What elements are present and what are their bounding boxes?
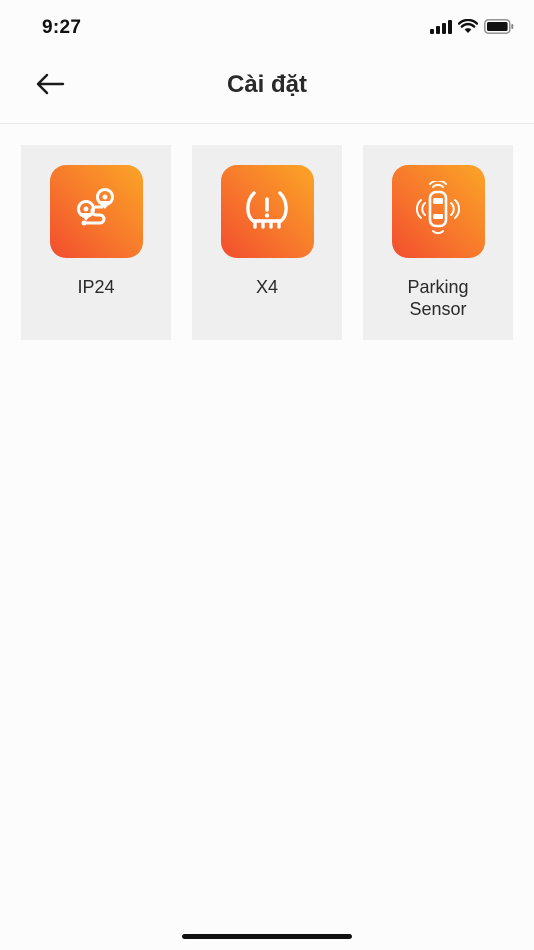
status-bar: 9:27 [0,0,534,58]
status-icons [430,18,514,39]
tile-label: Parking Sensor [407,277,469,319]
app-header: Cài đặt [0,58,534,124]
battery-icon [484,19,514,39]
route-pins-icon [72,185,120,238]
tile-label: X4 [255,277,279,297]
tire-pressure-warning-icon [242,187,292,236]
tile-x4[interactable]: X4 [192,145,342,340]
device-grid: IP24 X4 Parking Sensor [21,145,514,340]
wifi-icon [457,18,479,39]
cellular-signal-icon [430,19,452,39]
tile-parking-sensor[interactable]: Parking Sensor [363,145,513,340]
tile-icon-box [220,165,314,258]
page-title: Cài đặt [226,71,307,98]
tile-ip24[interactable]: IP24 [21,145,171,340]
tile-label: IP24 [77,277,115,297]
tile-icon-box [391,165,485,258]
status-time: 9:27 [42,17,82,38]
tile-icon-box [49,165,143,258]
home-indicator[interactable] [182,934,352,939]
car-parking-sensor-icon [413,179,463,242]
